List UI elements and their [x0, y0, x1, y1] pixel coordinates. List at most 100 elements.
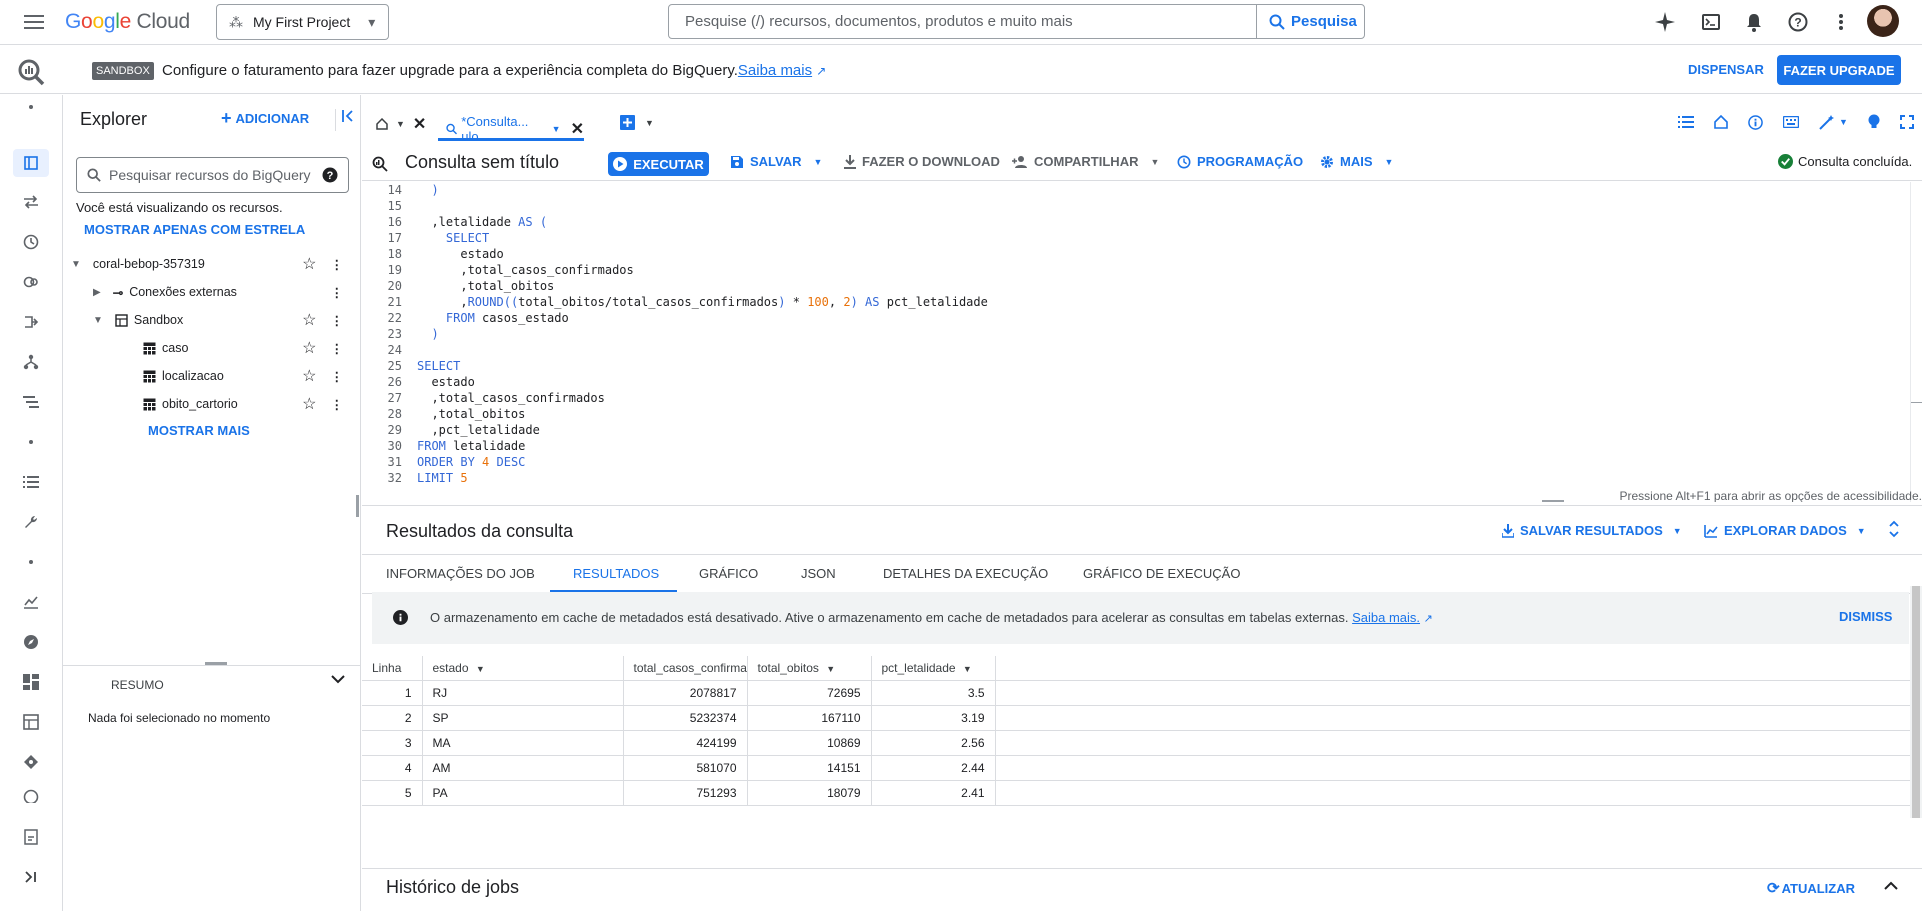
table-row[interactable]: 5 PA 751293 18079 2.41 — [362, 780, 1910, 806]
editor-resize-handle[interactable] — [1542, 500, 1564, 502]
workflows-icon[interactable] — [19, 350, 43, 374]
tab-chart[interactable]: GRÁFICO — [699, 566, 758, 581]
help-icon[interactable]: ? — [322, 167, 338, 183]
sort-icon[interactable]: ▼ — [826, 664, 835, 674]
sort-icon[interactable]: ▼ — [963, 664, 972, 674]
close-tab-icon[interactable]: ✕ — [571, 119, 584, 139]
search-input[interactable]: Pesquise (/) recursos, documentos, produ… — [668, 4, 1257, 39]
avatar[interactable] — [1867, 5, 1899, 37]
chevron-down-icon[interactable] — [331, 674, 345, 684]
cloud-shell-icon[interactable] — [1699, 10, 1723, 34]
column-header[interactable]: total_casos_confirma — [623, 656, 748, 681]
column-header[interactable]: Linha — [362, 656, 423, 681]
analytics-hub-icon[interactable] — [19, 270, 43, 294]
table-row[interactable]: 2 SP 5232374 167110 3.19 — [362, 705, 1910, 731]
upgrade-button[interactable]: FAZER UPGRADE — [1777, 55, 1901, 85]
tab-home[interactable]: ▼ ✕ — [376, 114, 426, 134]
save-button[interactable]: SALVAR ▼ — [730, 154, 822, 169]
list-icon[interactable] — [19, 470, 43, 494]
schedule-button[interactable]: PROGRAMAÇÃO — [1177, 154, 1303, 169]
dot-icon[interactable] — [19, 95, 43, 119]
share-button[interactable]: COMPARTILHAR ▼ — [1012, 154, 1159, 169]
monitoring-icon[interactable] — [19, 590, 43, 614]
star-icon[interactable]: ☆ — [302, 366, 316, 386]
gemini-icon[interactable] — [1653, 10, 1677, 34]
sql-editor[interactable]: ‾‾‾‾‾‾‾‾‾ 14 )1516 ,letalidade AS (17 SE… — [362, 182, 1922, 502]
format-query-button[interactable]: ▼ — [1819, 114, 1848, 130]
pipelines-icon[interactable] — [19, 390, 43, 414]
notifications-icon[interactable] — [1742, 10, 1766, 34]
tree-external-row[interactable]: ▶ ⊸ Conexões externas ⋮ — [93, 281, 353, 303]
tab-results[interactable]: RESULTADOS — [573, 566, 659, 581]
banner-learn-more-link[interactable]: Saiba mais — [738, 62, 812, 79]
star-icon[interactable]: ☆ — [302, 394, 316, 414]
tree-table-row[interactable]: localizacao ☆ ⋮ — [143, 365, 353, 387]
project-selector[interactable]: ⁂ My First Project ▾ — [216, 4, 389, 40]
tab-query[interactable]: *Consulta... ulo ▼ ✕ — [438, 109, 584, 144]
info-icon[interactable] — [1748, 114, 1763, 130]
more-vert-icon[interactable]: ⋮ — [331, 285, 344, 300]
star-icon[interactable]: ☆ — [302, 254, 316, 274]
download-button[interactable]: FAZER O DOWNLOAD — [844, 154, 1000, 169]
bigquery-icon[interactable] — [17, 58, 45, 86]
diamond-icon[interactable] — [19, 750, 43, 774]
table-grid-icon[interactable] — [19, 710, 43, 734]
keyboard-icon[interactable] — [1783, 116, 1799, 128]
show-more-link[interactable]: MOSTRAR MAIS — [148, 423, 250, 438]
star-icon[interactable]: ☆ — [302, 310, 316, 330]
studio-icon[interactable] — [13, 149, 49, 177]
explore-data-button[interactable]: EXPLORAR DADOS ▼ — [1704, 523, 1866, 538]
tree-table-row[interactable]: caso ☆ ⋮ — [143, 337, 353, 359]
cache-learn-more-link[interactable]: Saiba mais. — [1352, 610, 1420, 625]
lightbulb-icon[interactable] — [1868, 114, 1880, 130]
more-vert-icon[interactable]: ⋮ — [331, 369, 344, 384]
dot-icon[interactable] — [19, 430, 43, 454]
refresh-button[interactable]: ⟳ ATUALIZAR — [1767, 879, 1855, 897]
more-button[interactable]: MAIS ▼ — [1320, 154, 1393, 169]
table-row[interactable]: 3 MA 424199 10869 2.56 — [362, 730, 1910, 756]
dataform-icon[interactable] — [19, 310, 43, 334]
dot-icon[interactable] — [19, 550, 43, 574]
more-vert-icon[interactable]: ⋮ — [331, 313, 344, 328]
show-starred-link[interactable]: MOSTRAR APENAS COM ESTRELA — [84, 222, 305, 237]
table-row[interactable]: 1 RJ 2078817 72695 3.5 — [362, 680, 1910, 706]
dismiss-banner-button[interactable]: DISPENSAR — [1688, 62, 1764, 77]
save-results-button[interactable]: SALVAR RESULTADOS ▼ — [1502, 523, 1682, 538]
tab-json[interactable]: JSON — [801, 566, 836, 581]
tree-dataset-row[interactable]: ▼ Sandbox ☆ ⋮ — [93, 309, 353, 331]
wrench-icon[interactable] — [19, 510, 43, 534]
help-icon[interactable]: ? — [1786, 10, 1810, 34]
add-button[interactable]: + ADICIONAR — [221, 109, 309, 127]
scheduled-queries-icon[interactable] — [19, 230, 43, 254]
summary-drag-handle[interactable] — [205, 662, 227, 665]
tree-project-row[interactable]: ▼ coral-bebop-357319 ☆ ⋮ — [71, 253, 353, 275]
results-scrollbar[interactable] — [1910, 586, 1922, 818]
partial-icon[interactable] — [19, 787, 43, 803]
main-menu-icon[interactable] — [22, 10, 46, 34]
close-icon[interactable]: ✕ — [413, 114, 426, 134]
panel-resize-handle[interactable] — [356, 495, 359, 517]
fullscreen-icon[interactable] — [1899, 115, 1914, 129]
dismiss-cache-button[interactable]: DISMISS — [1839, 609, 1892, 624]
column-header[interactable]: estado ▼ — [422, 656, 624, 681]
table-row[interactable]: 4 AM 581070 14151 2.44 — [362, 755, 1910, 781]
tab-execution-details[interactable]: DETALHES DA EXECUÇÃO — [883, 566, 1048, 581]
explorer-search-input[interactable]: Pesquisar recursos do BigQuery ? — [76, 157, 349, 193]
expand-rail-icon[interactable] — [19, 865, 43, 889]
search-button[interactable]: Pesquisa — [1256, 4, 1365, 39]
transfers-icon[interactable] — [19, 190, 43, 214]
run-button[interactable]: EXECUTAR — [608, 152, 709, 176]
editor-scrollbar[interactable] — [1910, 182, 1922, 502]
column-header[interactable]: total_obitos ▼ — [747, 656, 872, 681]
list-icon[interactable] — [1678, 116, 1694, 128]
google-cloud-logo[interactable]: Google Cloud — [65, 10, 190, 34]
more-vert-icon[interactable]: ⋮ — [331, 397, 344, 412]
release-notes-icon[interactable] — [19, 825, 43, 849]
tree-table-row[interactable]: obito_cartorio ☆ ⋮ — [143, 393, 353, 415]
more-vert-icon[interactable]: ⋮ — [331, 341, 344, 356]
expand-results-icon[interactable] — [1888, 520, 1900, 538]
star-icon[interactable]: ☆ — [302, 338, 316, 358]
home-icon[interactable] — [1714, 115, 1728, 129]
compass-icon[interactable] — [19, 630, 43, 654]
chevron-up-icon[interactable] — [1884, 881, 1898, 891]
